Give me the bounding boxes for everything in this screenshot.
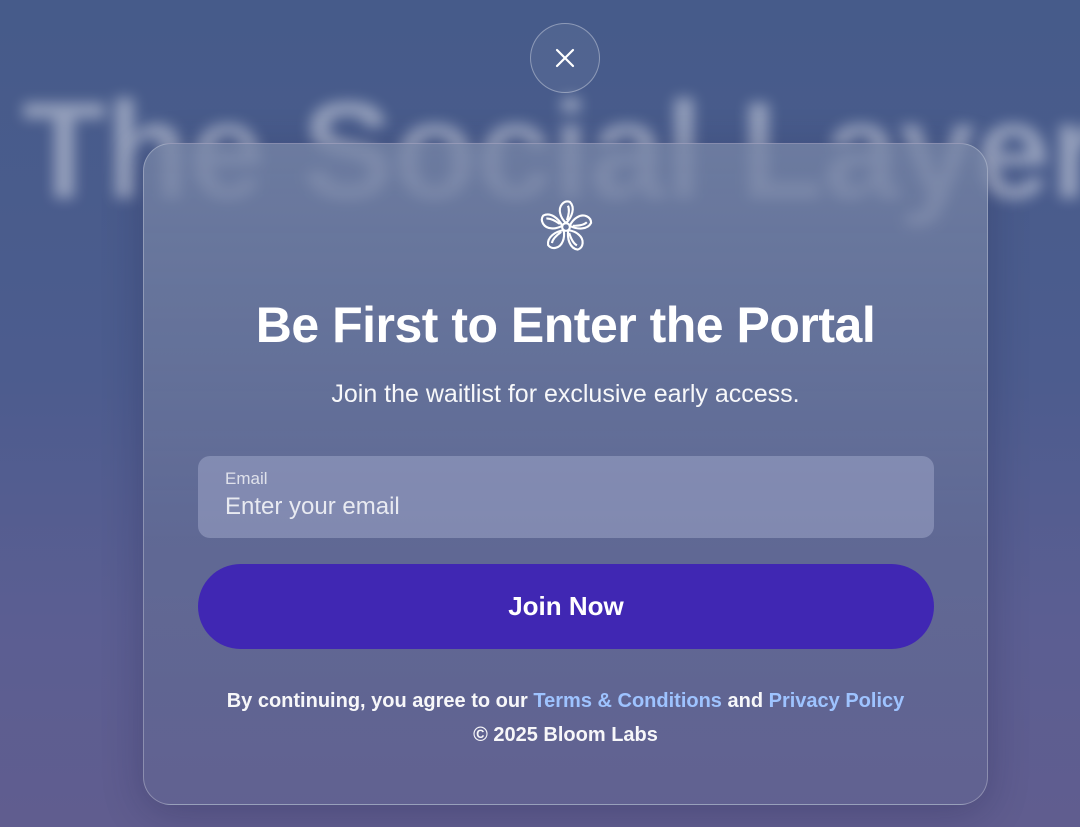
- privacy-link[interactable]: Privacy Policy: [769, 690, 905, 712]
- email-label: Email: [225, 469, 268, 488]
- legal-connector: and: [721, 690, 769, 712]
- legal-notice: By continuing, you agree to our Terms & …: [144, 690, 987, 713]
- modal-subtitle: Join the waitlist for exclusive early ac…: [331, 380, 800, 408]
- modal-title: Be First to Enter the Portal: [255, 297, 876, 353]
- terms-link[interactable]: Terms & Conditions: [533, 690, 722, 712]
- email-field[interactable]: Email: [198, 456, 934, 538]
- waitlist-modal: Be First to Enter the Portal Join the wa…: [143, 143, 988, 805]
- join-now-button[interactable]: Join Now: [198, 564, 934, 649]
- close-button[interactable]: [530, 23, 600, 93]
- close-icon: [555, 48, 575, 68]
- flower-logo-icon: [540, 200, 593, 251]
- copyright-text: © 2025 Bloom Labs: [473, 724, 658, 746]
- email-input[interactable]: [225, 493, 907, 521]
- legal-prefix: By continuing, you agree to our: [226, 690, 534, 712]
